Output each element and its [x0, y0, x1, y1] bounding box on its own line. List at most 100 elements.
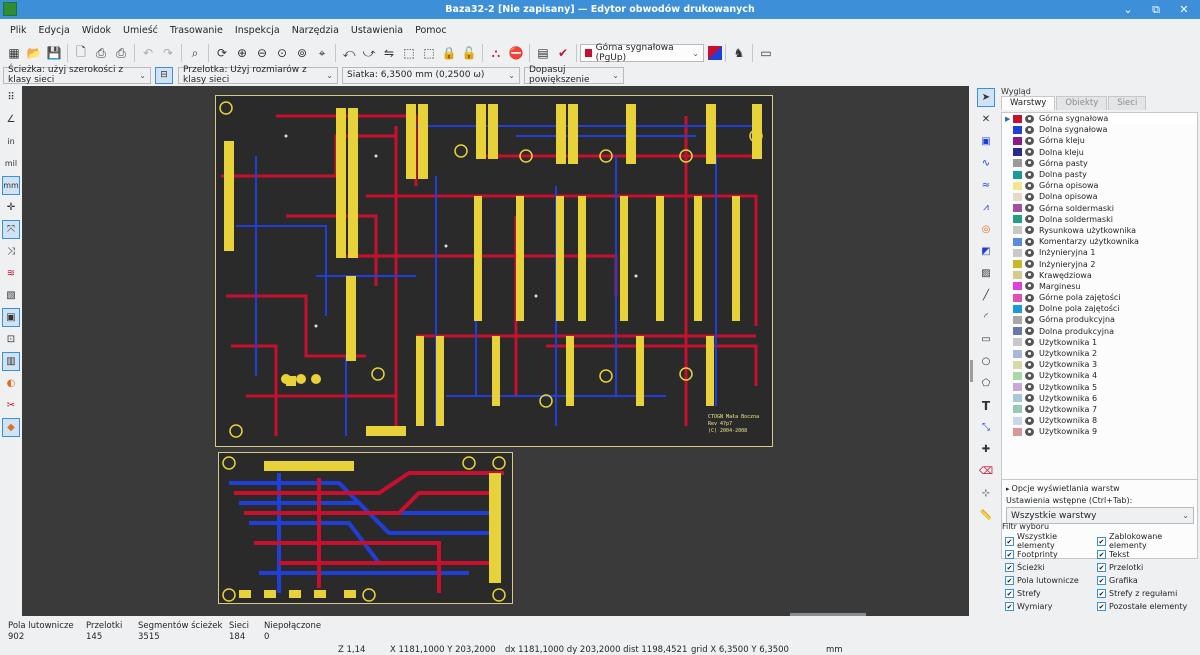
pcb-canvas[interactable]: CTOGN Mała Boczna Rev 47p7 (C) 2004-2008 [22, 86, 969, 616]
visibility-eye-icon[interactable] [1025, 416, 1034, 425]
undo-icon[interactable]: ↶ [138, 43, 158, 63]
layer-row[interactable]: Krawędziowa [1002, 270, 1197, 281]
group-icon[interactable]: ⬚ [399, 43, 419, 63]
add-zone-icon[interactable]: ◩ [977, 242, 995, 261]
menu-view[interactable]: Widok [76, 25, 117, 36]
place-anchor-icon[interactable]: ✚ [977, 440, 995, 459]
visibility-eye-icon[interactable] [1025, 394, 1034, 403]
zoom-out-icon[interactable]: ⊖ [252, 43, 272, 63]
layer-color-swatch[interactable] [1013, 416, 1022, 425]
zone-outline-icon[interactable]: ▧ [2, 286, 20, 305]
drc-icon[interactable]: ⛔ [506, 43, 526, 63]
layer-color-swatch[interactable] [1013, 293, 1022, 302]
layer-row[interactable]: Górna soldermaski [1002, 203, 1197, 214]
tab-layers[interactable]: Warstwy [1001, 96, 1056, 110]
visibility-eye-icon[interactable] [1025, 159, 1034, 168]
visibility-eye-icon[interactable] [1025, 282, 1034, 291]
menu-tools[interactable]: Narzędzia [286, 25, 345, 36]
track-fill-icon[interactable]: ▥ [2, 352, 20, 371]
checkbox-check-icon[interactable]: ✔ [1005, 601, 1014, 611]
cursor-style-icon[interactable]: ✛ [2, 198, 20, 217]
maximize-button[interactable]: ⧉ [1143, 1, 1169, 18]
checkbox-check-icon[interactable]: ✔ [1005, 588, 1014, 598]
layer-row[interactable]: Użytkownika 6 [1002, 393, 1197, 404]
rotate-ccw-icon[interactable]: ⤺ [339, 43, 359, 63]
layer-color-swatch[interactable] [1013, 405, 1022, 414]
layer-color-swatch[interactable] [1013, 371, 1022, 380]
scripting-icon[interactable]: ♞ [729, 43, 749, 63]
track-width-select[interactable]: Ścieżka: użyj szerokości z klasy sieci ⌄ [3, 65, 151, 85]
visibility-eye-icon[interactable] [1025, 360, 1034, 369]
refresh-icon[interactable]: ⟳ [212, 43, 232, 63]
layer-row[interactable]: Górna produkcyjna [1002, 314, 1197, 325]
layer-color-swatch[interactable] [1013, 181, 1022, 190]
add-text-icon[interactable]: T [977, 396, 995, 415]
layer-row[interactable]: Górne pola zajętości [1002, 292, 1197, 303]
checkbox-check-icon[interactable]: ✔ [1097, 562, 1106, 572]
auto-width-icon[interactable]: ⊟ [155, 66, 173, 84]
layer-row[interactable]: Użytkownika 5 [1002, 382, 1197, 393]
page-settings-icon[interactable]: 🗋 [71, 43, 91, 63]
layer-color-swatch[interactable] [1013, 260, 1022, 269]
layer-color-swatch[interactable] [1013, 271, 1022, 280]
draw-polygon-icon[interactable]: ⬠ [977, 374, 995, 393]
checkbox-check-icon[interactable]: ✔ [1097, 575, 1106, 585]
menu-preferences[interactable]: Ustawienia [345, 25, 409, 36]
visibility-eye-icon[interactable] [1025, 125, 1034, 134]
route-track-icon[interactable]: ∿ [977, 154, 995, 173]
layer-row[interactable]: Użytkownika 9 [1002, 426, 1197, 437]
visibility-eye-icon[interactable] [1025, 114, 1034, 123]
filter-checkbox[interactable]: ✔ Ścieżki [1005, 561, 1097, 573]
rule-area-icon[interactable]: ▨ [977, 264, 995, 283]
checkbox-check-icon[interactable]: ✔ [1097, 536, 1106, 546]
polar-coords-icon[interactable]: ∠ [2, 110, 20, 129]
visibility-eye-icon[interactable] [1025, 237, 1034, 246]
zoom-selection-icon[interactable]: ⌖ [312, 43, 332, 63]
layer-color-swatch[interactable] [1013, 282, 1022, 291]
active-layer-select[interactable]: Górna sygnałowa (PgUp) ⌄ [580, 43, 704, 63]
grid-toggle-icon[interactable]: ⠿ [2, 88, 20, 107]
layer-row[interactable]: Dolna opisowa [1002, 191, 1197, 202]
menu-inspect[interactable]: Inspekcja [229, 25, 286, 36]
mm-units-icon[interactable]: mm [2, 176, 20, 195]
layer-color-swatch[interactable] [1013, 226, 1022, 235]
layer-color-swatch[interactable] [1013, 338, 1022, 347]
zoom-objects-icon[interactable]: ⊚ [292, 43, 312, 63]
visibility-eye-icon[interactable] [1025, 338, 1034, 347]
filter-checkbox[interactable]: ✔ Przelotki [1097, 561, 1200, 573]
visibility-eye-icon[interactable] [1025, 181, 1034, 190]
layer-color-swatch[interactable] [1013, 327, 1022, 336]
draw-rect-icon[interactable]: ▭ [977, 330, 995, 349]
open-folder-icon[interactable]: 📂 [24, 43, 44, 63]
checkbox-check-icon[interactable]: ✔ [1097, 549, 1106, 559]
board-setup-icon[interactable]: ▦ [4, 43, 24, 63]
visibility-eye-icon[interactable] [1025, 215, 1034, 224]
menu-file[interactable]: Plik [4, 25, 33, 36]
net-color-icon[interactable]: ✂ [2, 396, 20, 415]
checkbox-check-icon[interactable]: ✔ [1097, 588, 1106, 598]
visibility-eye-icon[interactable] [1025, 271, 1034, 280]
layer-row[interactable]: Użytkownika 3 [1002, 359, 1197, 370]
visibility-eye-icon[interactable] [1025, 327, 1034, 336]
save-icon[interactable]: 💾 [44, 43, 64, 63]
filter-checkbox[interactable]: ✔ Footprinty [1005, 548, 1097, 560]
layer-row[interactable]: Użytkownika 8 [1002, 415, 1197, 426]
checkbox-check-icon[interactable]: ✔ [1005, 549, 1014, 559]
layer-color-swatch[interactable] [1013, 159, 1022, 168]
tab-nets[interactable]: Sieci [1108, 96, 1147, 110]
layer-row[interactable]: Użytkownika 7 [1002, 404, 1197, 415]
visibility-eye-icon[interactable] [1025, 293, 1034, 302]
mil-units-icon[interactable]: mil [2, 154, 20, 173]
layer-color-swatch[interactable] [1013, 304, 1022, 313]
visibility-eye-icon[interactable] [1025, 248, 1034, 257]
drc-check-icon[interactable]: ✔ [553, 43, 573, 63]
ungroup-icon[interactable]: ⬚ [419, 43, 439, 63]
layer-color-swatch[interactable] [1013, 349, 1022, 358]
visibility-eye-icon[interactable] [1025, 383, 1034, 392]
plot-icon[interactable]: ⎙ [111, 43, 131, 63]
zone-fill-icon[interactable]: ≋ [2, 264, 20, 283]
display-options-toggle[interactable]: ▸ Opcje wyświetlania warstw [1006, 484, 1120, 493]
filter-checkbox[interactable]: ✔ Pozostałe elementy [1097, 600, 1200, 612]
draw-circle-icon[interactable]: ○ [977, 352, 995, 371]
footprint-editor-icon[interactable]: ▤ [533, 43, 553, 63]
